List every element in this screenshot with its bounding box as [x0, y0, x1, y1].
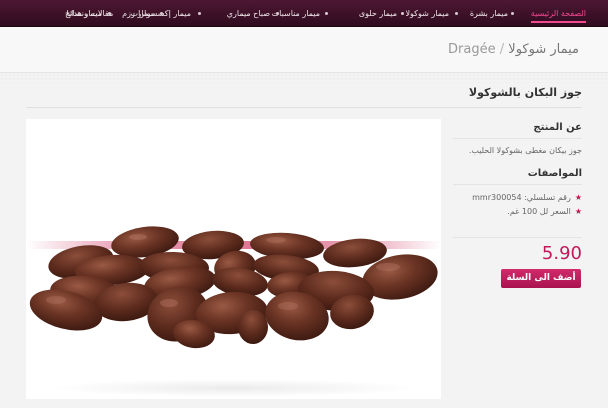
divider — [26, 107, 582, 108]
about-product-text: جوز بيكان مغطى بشوكولا الحليب. — [468, 146, 582, 155]
nav-item-bundles[interactable]: ميمار رزم — [122, 9, 155, 19]
divider — [453, 184, 582, 185]
nav-separator-bullet — [401, 12, 404, 15]
nav-separator-bullet — [511, 12, 514, 15]
divider — [453, 138, 582, 139]
star-bullet-icon: ★ — [574, 193, 582, 202]
page-title-arabic: ميمار شوكولا — [508, 42, 579, 57]
product-name: جوز البكان بالشوكولا — [468, 86, 582, 99]
nav-separator-bullet — [455, 12, 458, 15]
spec-serial-number: ★رقم تسلسلي: mmr300054 — [472, 193, 582, 202]
spec-value: mmr300054 — [472, 193, 522, 202]
about-product-heading: عن المنتج — [533, 122, 582, 133]
page-title-english: Dragée — [448, 42, 496, 57]
main-navigation: الصفحة الرئيسية ميمار بشرة ميمار شوكولا … — [0, 0, 608, 27]
product-price: 5.90 — [541, 243, 582, 264]
spec-price-per-weight: ★السعر لل 100 غم. — [507, 207, 582, 216]
nav-separator-bullet — [325, 12, 328, 15]
page-title-separator: / — [499, 42, 505, 57]
divider — [453, 237, 582, 238]
nav-item-skincare[interactable]: ميمار بشرة — [470, 9, 508, 19]
product-image — [26, 119, 441, 399]
nav-item-mimari-morning[interactable]: صباح ميماري — [227, 9, 270, 19]
nav-separator-bullet — [160, 12, 163, 15]
chocolate-pecans-illustration — [29, 226, 438, 349]
star-bullet-icon: ★ — [574, 207, 582, 216]
nav-separator-bullet — [198, 12, 201, 15]
page-title: Dragée / ميمار شوكولا — [448, 42, 579, 57]
spec-label: رقم تسلسلي: — [524, 193, 571, 202]
nav-separator-bullet — [276, 12, 279, 15]
nav-item-home[interactable]: الصفحة الرئيسية — [530, 9, 587, 23]
dotted-divider — [0, 73, 608, 83]
specifications-heading: المواصفات — [527, 168, 582, 179]
nav-item-sweets[interactable]: ميمار حلوى — [359, 9, 397, 19]
spec-label: السعر لل 100 غم. — [507, 207, 571, 216]
add-to-cart-button[interactable]: أضف الى السلة — [501, 269, 581, 288]
nav-item-chocolate[interactable]: ميمار شوكولا — [405, 9, 449, 19]
nav-item-articles[interactable]: مقالات ونصائح — [65, 9, 113, 19]
